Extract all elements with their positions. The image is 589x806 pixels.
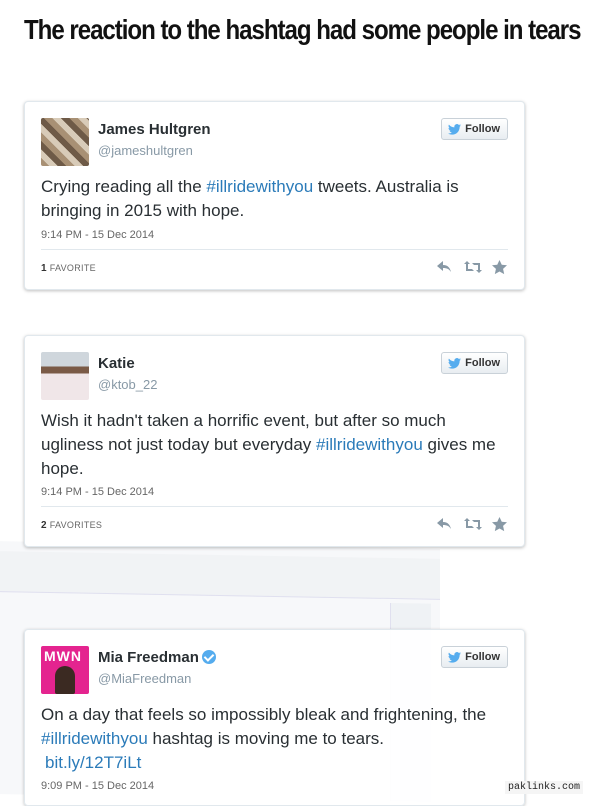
tweet-text-part: hashtag is moving me to tears. (147, 729, 385, 748)
tweet-timestamp[interactable]: 9:14 PM - 15 Dec 2014 (41, 486, 154, 498)
author-handle[interactable]: @ktob_22 (98, 377, 157, 392)
favorite-number: 2 (41, 520, 47, 531)
author-name[interactable]: Mia Freedman (98, 649, 216, 666)
tweet-timestamp[interactable]: 9:09 PM - 15 Dec 2014 (41, 780, 154, 792)
avatar-face (55, 666, 75, 694)
reply-icon[interactable] (436, 517, 452, 531)
divider (41, 506, 508, 507)
follow-button[interactable]: Follow (441, 118, 508, 140)
author-name[interactable]: James Hultgren (98, 121, 211, 138)
tweet-text-part: On a day that feels so impossibly bleak … (41, 705, 487, 724)
tweet-card: James Hultgren @jameshultgren Follow Cry… (24, 101, 525, 290)
follow-button[interactable]: Follow (441, 352, 508, 374)
twitter-bird-icon (448, 123, 462, 135)
hashtag-link[interactable]: #illridewithyou (41, 729, 148, 748)
tweet-card: Katie @ktob_22 Follow Wish it hadn't tak… (24, 335, 525, 547)
follow-label: Follow (465, 123, 500, 135)
favorite-star-icon[interactable] (492, 517, 508, 532)
favorite-label: FAVORITES (49, 520, 103, 530)
follow-label: Follow (465, 357, 500, 369)
tweet-text-part: Crying reading all the (41, 177, 207, 196)
retweet-icon[interactable] (464, 260, 482, 274)
tweet-actions (436, 260, 508, 275)
follow-label: Follow (465, 651, 500, 663)
author-handle[interactable]: @jameshultgren (98, 143, 193, 158)
avatar[interactable]: MWN (41, 646, 89, 694)
author-name-text: Mia Freedman (98, 649, 199, 666)
author-name[interactable]: Katie (98, 355, 135, 372)
favorite-count: 2 FAVORITES (41, 520, 102, 531)
tweet-text: Crying reading all the #illridewithyou t… (41, 175, 501, 223)
hashtag-link[interactable]: #illridewithyou (206, 177, 313, 196)
retweet-icon[interactable] (464, 517, 482, 531)
twitter-bird-icon (448, 357, 462, 369)
reply-icon[interactable] (436, 260, 452, 274)
tweet-card: MWN Mia Freedman @MiaFreedman Follow On … (24, 629, 525, 806)
tweet-timestamp[interactable]: 9:14 PM - 15 Dec 2014 (41, 229, 154, 241)
tweet-link[interactable]: bit.ly/12T7iLt (45, 753, 141, 772)
favorite-star-icon[interactable] (492, 260, 508, 275)
twitter-bird-icon (448, 651, 462, 663)
watermark: paklinks.com (504, 781, 583, 794)
tweet-actions (436, 517, 508, 532)
background-ribbon (0, 551, 440, 600)
avatar[interactable] (41, 118, 89, 166)
favorite-label: FAVORITE (49, 263, 96, 273)
favorite-number: 1 (41, 263, 47, 274)
favorite-count: 1 FAVORITE (41, 263, 96, 274)
follow-button[interactable]: Follow (441, 646, 508, 668)
tweet-text: Wish it hadn't taken a horrific event, b… (41, 409, 501, 481)
divider (41, 249, 508, 250)
page-headline: The reaction to the hashtag had some peo… (24, 14, 582, 45)
author-handle[interactable]: @MiaFreedman (98, 671, 191, 686)
avatar[interactable] (41, 352, 89, 400)
hashtag-link[interactable]: #illridewithyou (316, 435, 423, 454)
tweet-text: On a day that feels so impossibly bleak … (41, 703, 501, 775)
avatar-logo-text: MWN (44, 648, 82, 664)
verified-badge-icon (201, 650, 216, 664)
